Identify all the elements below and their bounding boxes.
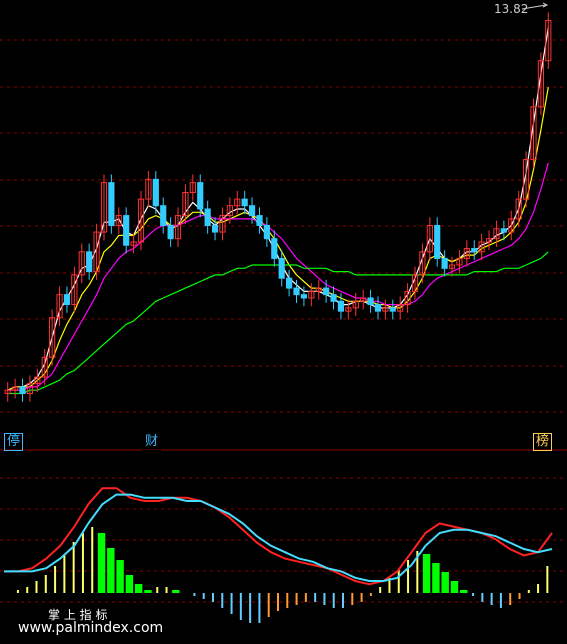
histogram-bar (441, 572, 449, 593)
candle-body (86, 251, 93, 273)
candle-body (500, 228, 507, 233)
candle-body (293, 287, 300, 296)
candle-body (263, 224, 270, 240)
histogram-bar (134, 584, 143, 593)
candle-body (330, 294, 337, 302)
candle-body (108, 182, 115, 226)
main-price-grid (0, 39, 567, 413)
candle-body (300, 294, 308, 299)
candle-body (160, 205, 167, 226)
candle-body (197, 182, 204, 210)
candle-body (241, 198, 248, 207)
ma-mid-line (7, 86, 549, 391)
candle-body (323, 287, 330, 296)
histogram-bar (107, 548, 115, 593)
rank-marker[interactable]: 榜 (533, 433, 553, 451)
stock-chart[interactable]: 13.82 (0, 0, 567, 644)
histogram-bar (450, 581, 459, 593)
candle-body (256, 215, 263, 226)
candle-body (434, 224, 441, 259)
histogram-bar (116, 560, 124, 593)
watermark: www.palmindex.com (18, 620, 164, 636)
candle-body (271, 238, 278, 259)
indicator-grid (0, 477, 567, 603)
histogram-bar (144, 590, 152, 593)
histogram-bar (97, 533, 106, 593)
candle-body (389, 307, 396, 312)
histogram-bar (432, 563, 440, 593)
histogram-bar (460, 590, 468, 593)
candlestick-series (4, 12, 552, 402)
candle-body (248, 205, 256, 217)
candle-body (19, 386, 26, 395)
histogram-bar (422, 554, 431, 593)
candle-body (337, 300, 345, 312)
histogram-bar (172, 590, 180, 593)
indicator-lines (4, 487, 553, 586)
candle-body (278, 257, 285, 279)
candle-body (211, 224, 219, 233)
candle-body (367, 297, 374, 306)
moving-average-lines (7, 27, 549, 395)
candle-body (374, 304, 382, 312)
histogram-bar (125, 575, 134, 593)
candle-body (123, 215, 130, 246)
ma-short-line (7, 27, 549, 391)
candle-body (167, 224, 174, 240)
candle-body (286, 277, 293, 289)
candle-body (471, 248, 478, 253)
candle-body (204, 208, 211, 226)
candle-body (152, 178, 159, 207)
candle-body (63, 294, 71, 306)
candle-body (441, 257, 448, 269)
wealth-marker[interactable]: 财 (142, 433, 162, 451)
stop-marker[interactable]: 停 (4, 433, 24, 451)
indicator-line-fast (4, 487, 553, 586)
